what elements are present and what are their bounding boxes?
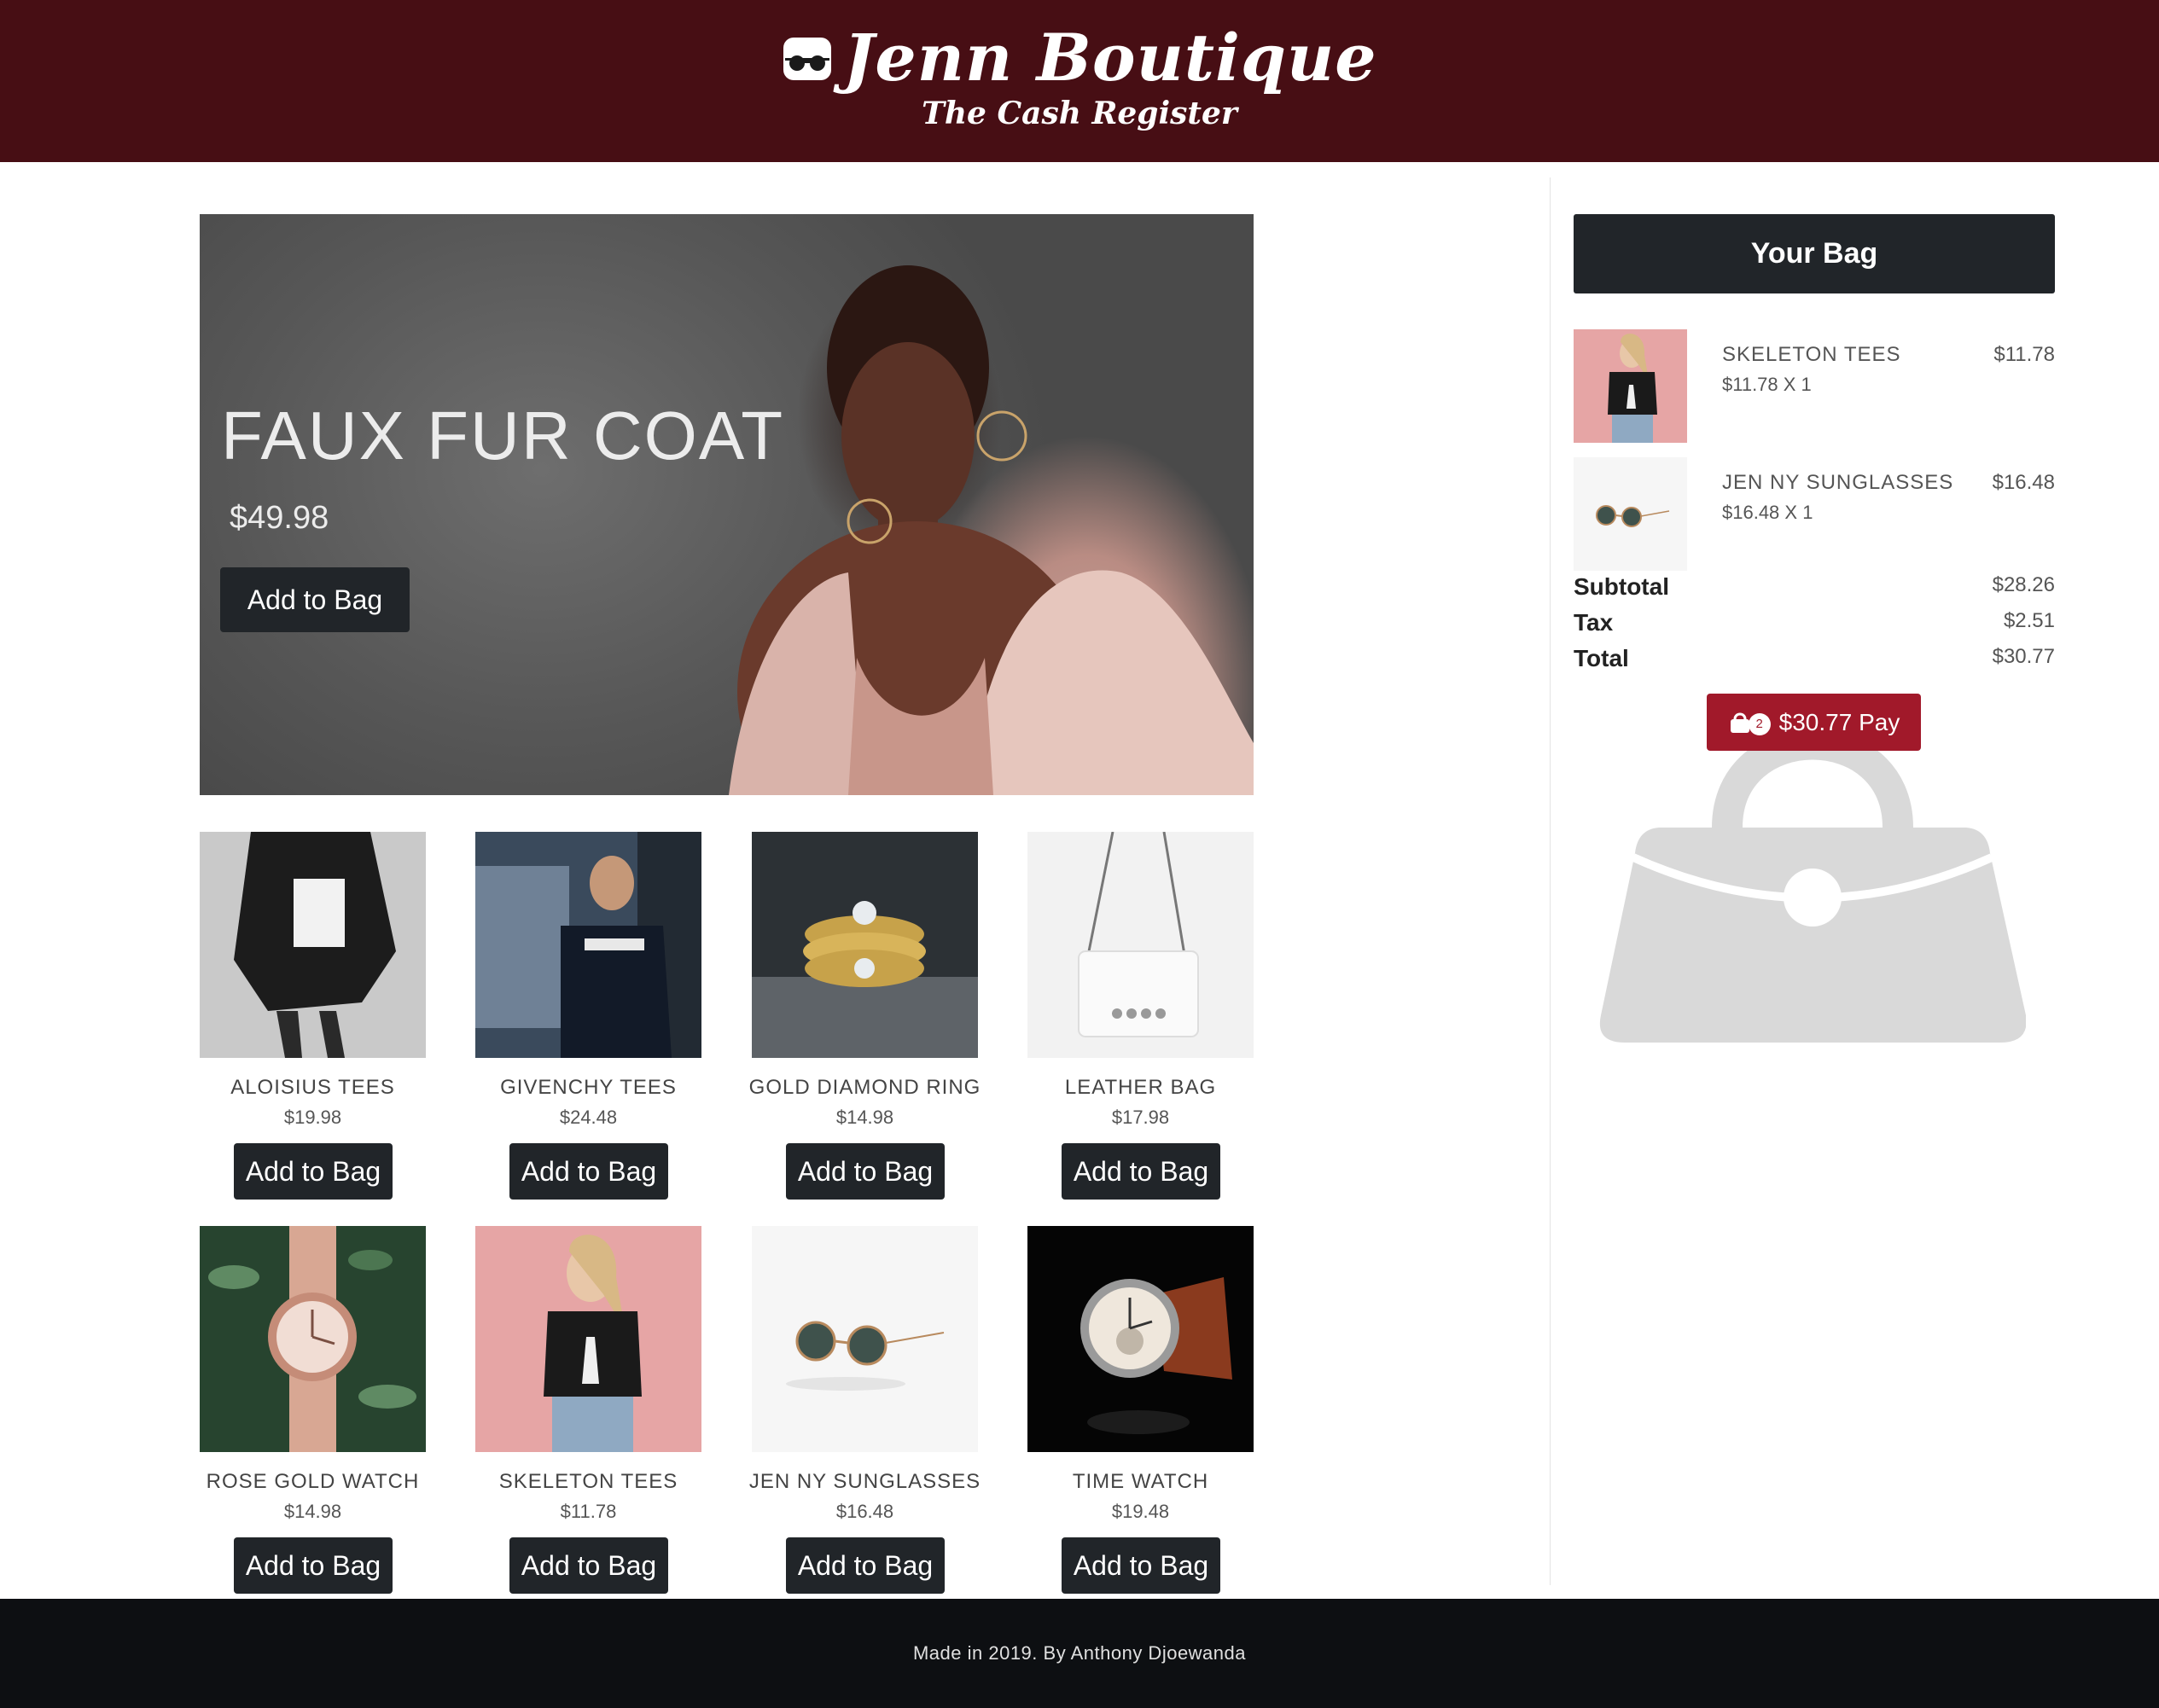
product-image-givenchy-tees[interactable] <box>475 832 701 1058</box>
hero-banner: FAUX FUR COAT $49.98 Add to Bag <box>200 214 1254 795</box>
tax-row: Tax $2.51 <box>1574 609 2055 643</box>
product-price: $11.78 <box>560 1501 617 1522</box>
bag-item-quantity: $11.78 X 1 <box>1722 374 1812 395</box>
product-price: $19.48 <box>1111 1501 1170 1522</box>
add-to-bag-button[interactable]: Add to Bag <box>1062 1143 1220 1200</box>
hero-model-image <box>729 265 1254 795</box>
product-card: SKELETON TEES $11.78 Add to Bag <box>475 1226 701 1594</box>
product-image-aloisius-tees[interactable] <box>200 832 426 1058</box>
site-footer: Made in 2019. By Anthony Djoewanda <box>0 1599 2159 1708</box>
product-price: $16.48 <box>835 1501 894 1522</box>
product-name: JEN NY SUNGLASSES <box>748 1470 981 1493</box>
subtotal-value: $28.26 <box>1992 573 2055 596</box>
product-image-skeleton-tees[interactable] <box>475 1226 701 1452</box>
bag-item-quantity: $16.48 X 1 <box>1722 502 1813 523</box>
sidebar-divider <box>1550 177 1551 1585</box>
product-card: GOLD DIAMOND RING $14.98 Add to Bag <box>749 832 980 1200</box>
product-image-gold-diamond-ring[interactable] <box>752 832 978 1058</box>
site-subtitle: The Cash Register <box>922 96 1237 131</box>
product-name: ALOISIUS TEES <box>230 1076 395 1099</box>
add-to-bag-button[interactable]: Add to Bag <box>786 1143 945 1200</box>
hero-add-to-bag-button[interactable]: Add to Bag <box>220 567 410 632</box>
product-card: LEATHER BAG $17.98 Add to Bag <box>1027 832 1254 1200</box>
product-card: GIVENCHY TEES $24.48 Add to Bag <box>475 832 701 1200</box>
bag-item-image-jen-ny-sunglasses <box>1574 457 1687 571</box>
add-to-bag-button[interactable]: Add to Bag <box>1062 1537 1220 1594</box>
brand: Jenn Boutique <box>0 15 2159 101</box>
bag-item-name: JEN NY SUNGLASSES <box>1722 471 1954 494</box>
add-to-bag-button[interactable]: Add to Bag <box>786 1537 945 1594</box>
bag-item-image-skeleton-tees <box>1574 329 1687 443</box>
product-price: $19.98 <box>283 1107 342 1128</box>
sunglasses-icon <box>783 38 832 80</box>
bag-item: SKELETON TEES $11.78 X 1 $11.78 <box>1574 329 2055 444</box>
product-name: TIME WATCH <box>1072 1470 1209 1493</box>
tax-label: Tax <box>1574 609 1614 636</box>
add-to-bag-button[interactable]: Add to Bag <box>234 1537 393 1594</box>
product-price: $17.98 <box>1111 1107 1170 1128</box>
tax-value: $2.51 <box>2003 609 2055 632</box>
hero-title: FAUX FUR COAT <box>221 398 785 473</box>
product-image-jen-ny-sunglasses[interactable] <box>752 1226 978 1452</box>
product-name: SKELETON TEES <box>498 1470 678 1493</box>
product-name: LEATHER BAG <box>1064 1076 1217 1099</box>
subtotal-row: Subtotal $28.26 <box>1574 573 2055 607</box>
subtotal-label: Subtotal <box>1574 573 1669 600</box>
bag-item-name: SKELETON TEES <box>1722 343 1901 366</box>
product-image-rose-gold-watch[interactable] <box>200 1226 426 1452</box>
product-name: ROSE GOLD WATCH <box>206 1470 420 1493</box>
product-name: GOLD DIAMOND RING <box>748 1076 981 1099</box>
bag-count-badge: 2 <box>1748 712 1771 735</box>
total-row: Total $30.77 <box>1574 645 2055 679</box>
handbag-icon <box>1599 734 2026 1043</box>
product-price: $14.98 <box>283 1501 342 1522</box>
product-card: ROSE GOLD WATCH $14.98 Add to Bag <box>200 1226 426 1594</box>
product-image-time-watch[interactable] <box>1027 1226 1254 1452</box>
bag-item: JEN NY SUNGLASSES $16.48 X 1 $16.48 <box>1574 457 2055 572</box>
product-name: GIVENCHY TEES <box>500 1076 677 1099</box>
bag-item-total: $16.48 <box>1992 471 2055 494</box>
product-image-leather-bag[interactable] <box>1027 832 1254 1058</box>
product-card: ALOISIUS TEES $19.98 Add to Bag <box>200 832 426 1200</box>
pay-button[interactable]: 2 $30.77 Pay <box>1707 694 1921 751</box>
product-price: $24.48 <box>559 1107 618 1128</box>
add-to-bag-button[interactable]: Add to Bag <box>509 1143 668 1200</box>
add-to-bag-button[interactable]: Add to Bag <box>234 1143 393 1200</box>
pay-button-label: $30.77 Pay <box>1778 708 1900 735</box>
bag-title: Your Bag <box>1574 214 2055 293</box>
product-price: $14.98 <box>835 1107 894 1128</box>
site-header: Jenn Boutique The Cash Register <box>0 0 2159 162</box>
footer-credit: Made in 2019. By Anthony Djoewanda <box>912 1642 1247 1664</box>
product-card: JEN NY SUNGLASSES $16.48 Add to Bag <box>749 1226 980 1594</box>
add-to-bag-button[interactable]: Add to Bag <box>509 1537 668 1594</box>
site-title: Jenn Boutique <box>843 20 1377 96</box>
total-label: Total <box>1574 645 1629 671</box>
product-card: TIME WATCH $19.48 Add to Bag <box>1027 1226 1254 1594</box>
bag-item-total: $11.78 <box>1993 343 2055 366</box>
hero-price: $49.98 <box>230 500 329 536</box>
total-value: $30.77 <box>1992 645 2055 668</box>
